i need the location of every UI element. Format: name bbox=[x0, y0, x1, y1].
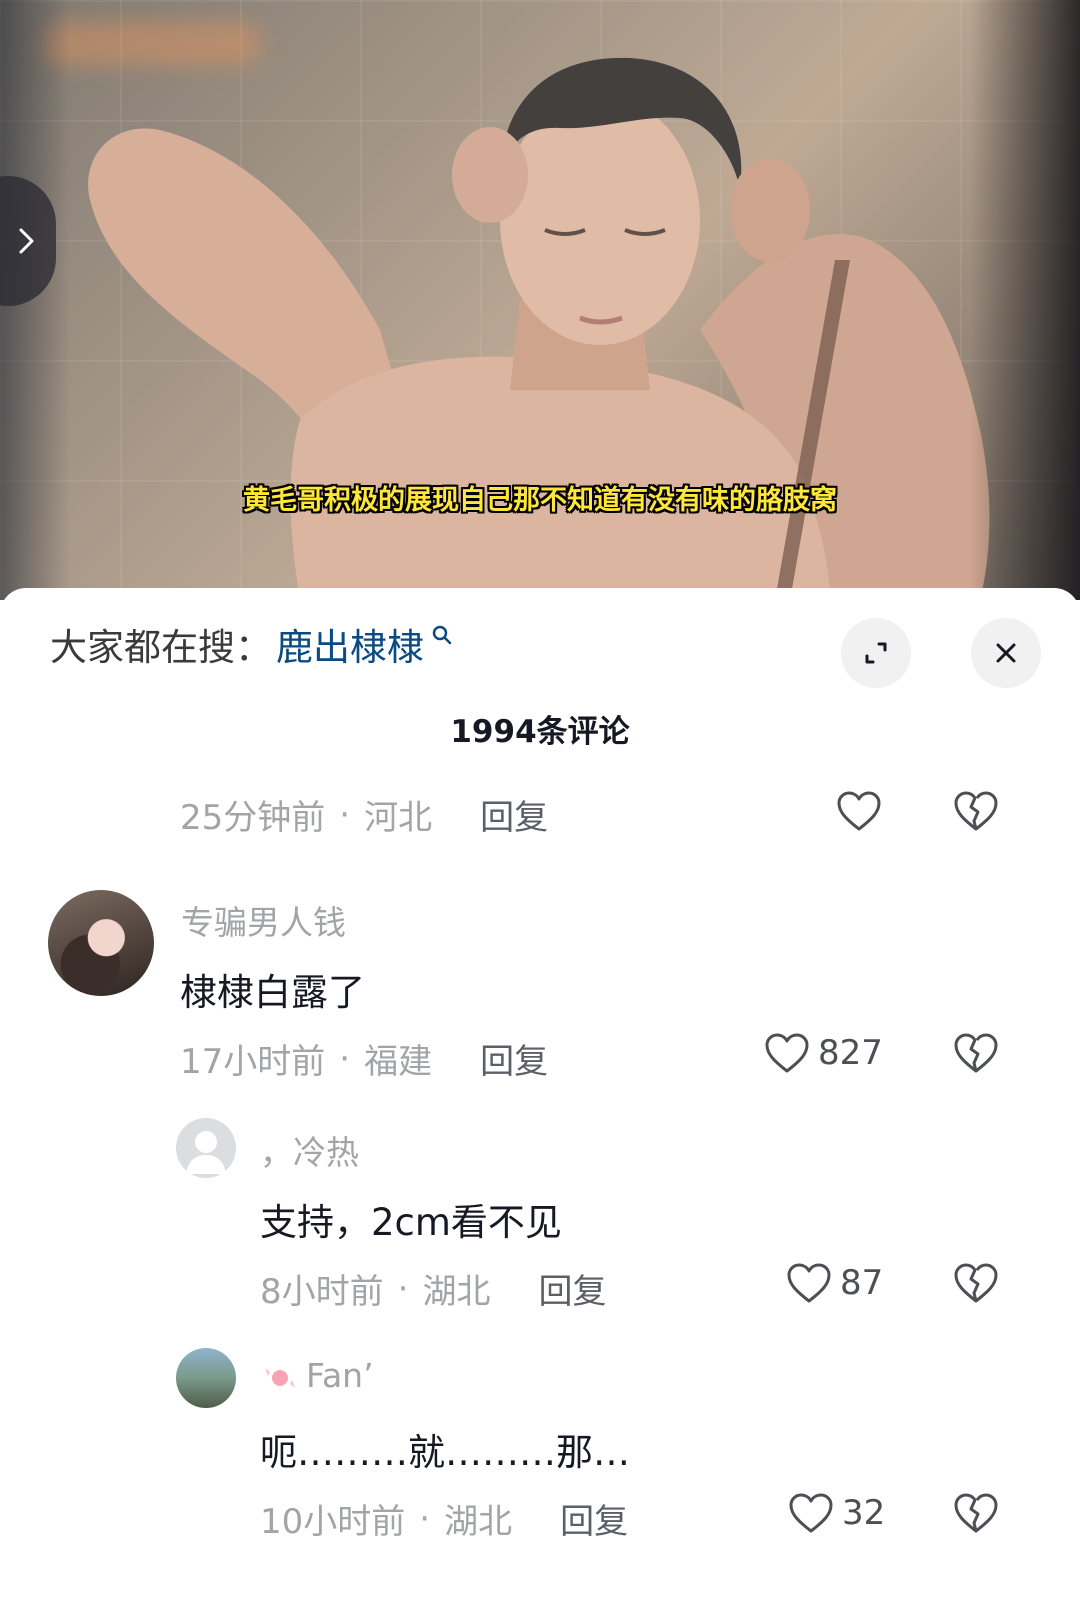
broken-heart-icon bbox=[954, 1033, 998, 1073]
reply-button[interactable]: 回复 bbox=[538, 1264, 606, 1313]
close-icon bbox=[996, 643, 1016, 663]
dislike-button[interactable] bbox=[952, 1491, 1000, 1535]
close-button[interactable] bbox=[971, 618, 1041, 688]
comment-username[interactable]: ，冷热 bbox=[260, 1126, 359, 1174]
reply-button[interactable]: 回复 bbox=[480, 790, 548, 839]
comment-username[interactable]: Fan’ bbox=[306, 1356, 374, 1395]
avatar[interactable] bbox=[176, 1348, 236, 1408]
meta-separator: · bbox=[397, 1268, 409, 1309]
comment-username[interactable]: 专骗男人钱 bbox=[181, 896, 346, 944]
search-icon bbox=[432, 625, 452, 645]
avatar[interactable] bbox=[48, 890, 154, 996]
expand-button[interactable] bbox=[841, 618, 911, 688]
comment-text: 支持，2cm看不见 bbox=[260, 1201, 562, 1244]
like-button[interactable]: 87 bbox=[786, 1262, 883, 1304]
comment-meta: 25分钟前 · 河北 回复 bbox=[180, 790, 548, 839]
comment-count: 1994条评论 bbox=[450, 714, 630, 750]
broken-heart-icon bbox=[954, 1493, 998, 1533]
chevron-right-icon bbox=[19, 228, 34, 254]
comment-location: 福建 bbox=[364, 1042, 433, 1082]
trending-search-term[interactable]: 鹿出棣棣 bbox=[276, 617, 424, 671]
meta-separator: · bbox=[419, 1498, 431, 1539]
comment-location: 湖北 bbox=[422, 1272, 491, 1312]
comment-meta: 17小时前 · 福建 回复 bbox=[180, 1034, 548, 1083]
default-avatar-icon bbox=[186, 1131, 226, 1174]
comment-meta: 10小时前 · 湖北 回复 bbox=[260, 1494, 628, 1543]
dislike-button[interactable] bbox=[952, 789, 1000, 833]
broken-heart-icon bbox=[954, 791, 998, 831]
comment-time: 8小时前 bbox=[260, 1272, 384, 1312]
comment-meta: 8小时前 · 湖北 回复 bbox=[260, 1264, 606, 1313]
heart-icon bbox=[787, 1263, 831, 1303]
comment-time: 17小时前 bbox=[180, 1042, 326, 1082]
reply-button[interactable]: 回复 bbox=[560, 1494, 628, 1543]
like-button[interactable]: 827 bbox=[764, 1032, 883, 1074]
heart-icon bbox=[837, 791, 881, 831]
comment-text: 呃………就………那… bbox=[260, 1431, 630, 1474]
heart-icon bbox=[789, 1493, 833, 1533]
video-player[interactable]: 黄毛哥积极的展现自己那不知道有没有味的胳肢窝 bbox=[0, 0, 1080, 600]
dislike-button[interactable] bbox=[952, 1261, 1000, 1305]
heart-icon bbox=[765, 1033, 809, 1073]
like-count: 32 bbox=[842, 1493, 886, 1533]
like-button[interactable]: 32 bbox=[788, 1492, 885, 1534]
like-button[interactable] bbox=[836, 790, 882, 832]
comment-time: 10小时前 bbox=[260, 1502, 406, 1542]
video-subtitle: 黄毛哥积极的展现自己那不知道有没有味的胳肢窝 bbox=[243, 485, 837, 516]
trending-search[interactable]: 大家都在搜： 鹿出棣棣 bbox=[50, 616, 454, 672]
meta-separator: · bbox=[339, 794, 351, 835]
expand-icon bbox=[865, 642, 887, 664]
avatar[interactable] bbox=[176, 1118, 236, 1178]
like-count: 87 bbox=[840, 1263, 884, 1303]
candy-badge-icon bbox=[262, 1360, 298, 1396]
meta-separator: · bbox=[339, 1038, 351, 1079]
comment-time: 25分钟前 bbox=[180, 798, 326, 838]
dislike-button[interactable] bbox=[952, 1031, 1000, 1075]
comment-text: 棣棣白露了 bbox=[180, 971, 365, 1014]
comment-location: 河北 bbox=[364, 798, 433, 838]
reply-button[interactable]: 回复 bbox=[480, 1034, 548, 1083]
comment-location: 湖北 bbox=[444, 1502, 513, 1542]
like-count: 827 bbox=[818, 1033, 883, 1073]
broken-heart-icon bbox=[954, 1263, 998, 1303]
trending-search-prefix: 大家都在搜： bbox=[50, 626, 272, 669]
